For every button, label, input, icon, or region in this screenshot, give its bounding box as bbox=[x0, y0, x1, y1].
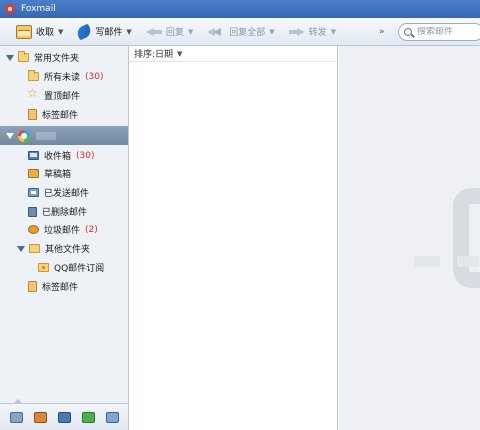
mail-list-pane[interactable]: 排序:日期 ▼ bbox=[129, 46, 338, 430]
common-folders-label: 常用文件夹 bbox=[34, 54, 80, 64]
inbox-tray-icon bbox=[16, 24, 32, 39]
search-icon bbox=[404, 28, 412, 36]
folder-icon bbox=[29, 244, 40, 253]
sidebar-item-label: 其他文件夹 bbox=[45, 245, 91, 255]
sidebar-item-label: 置顶邮件 bbox=[44, 92, 81, 102]
sidebar-item-sent[interactable]: 已发送邮件 bbox=[0, 183, 128, 202]
sidebar-item-label: QQ邮件订阅 bbox=[54, 264, 105, 274]
unread-count-badge: (30) bbox=[76, 150, 95, 161]
foxmail-watermark-logo bbox=[453, 188, 480, 288]
feather-pen-icon bbox=[75, 23, 94, 40]
sidebar-item-inbox[interactable]: 收件箱 (30) bbox=[0, 146, 128, 165]
expand-triangle-icon[interactable] bbox=[17, 245, 25, 252]
sidebar-item-other-folders[interactable]: 其他文件夹 bbox=[0, 239, 128, 258]
receive-label: 收取 bbox=[36, 28, 55, 38]
contacts-icon[interactable] bbox=[33, 411, 47, 423]
common-folders-group[interactable]: 常用文件夹 bbox=[0, 48, 128, 67]
forward-icon bbox=[288, 26, 305, 38]
star-icon bbox=[27, 86, 39, 101]
forward-label: 转发 bbox=[308, 28, 327, 38]
blurred-text bbox=[414, 256, 440, 267]
window-title: Foxmail bbox=[21, 4, 56, 14]
forward-button[interactable]: 转发 ▼ bbox=[285, 21, 340, 43]
chevron-down-icon[interactable]: ▼ bbox=[269, 28, 274, 36]
folder-icon bbox=[28, 70, 39, 81]
title-bar: Foxmail bbox=[0, 0, 480, 18]
write-mail-label: 写邮件 bbox=[95, 28, 123, 38]
sidebar-item-drafts[interactable]: 草稿箱 bbox=[0, 164, 128, 183]
reply-button[interactable]: 回复 ▼ bbox=[142, 21, 197, 43]
sidebar-item-spam[interactable]: 垃圾邮件 (2) bbox=[0, 220, 128, 239]
sidebar-item-label: 已删除邮件 bbox=[42, 208, 88, 218]
sidebar-item-label: 垃圾邮件 bbox=[44, 226, 81, 236]
chevron-down-icon[interactable]: ▼ bbox=[126, 28, 131, 36]
sidebar-item-label: 标签邮件 bbox=[42, 111, 79, 121]
chevron-down-icon[interactable]: ▼ bbox=[177, 50, 182, 58]
search-box[interactable] bbox=[398, 23, 480, 41]
tag-icon bbox=[28, 109, 37, 120]
sidebar-item-deleted[interactable]: 已删除邮件 bbox=[0, 202, 128, 221]
calendar-icon[interactable] bbox=[57, 411, 71, 423]
selection-notch bbox=[13, 399, 23, 404]
write-mail-button[interactable]: 写邮件 ▼ bbox=[73, 21, 135, 43]
sidebar-item-label: 收件箱 bbox=[44, 152, 72, 162]
sidebar-item-label: 已发送邮件 bbox=[44, 189, 90, 199]
reply-all-label: 回复全部 bbox=[229, 28, 266, 38]
sidebar-item-label: 所有未读 bbox=[44, 73, 81, 83]
sidebar-item-label: 标签邮件 bbox=[42, 283, 79, 293]
chevron-down-icon[interactable]: ▼ bbox=[331, 28, 336, 36]
tag-icon bbox=[28, 281, 37, 292]
reply-icon bbox=[145, 26, 162, 38]
notes-icon[interactable] bbox=[81, 411, 95, 423]
more-toolbar-button[interactable]: » bbox=[379, 27, 385, 37]
qq-account-icon bbox=[18, 129, 30, 142]
spam-icon bbox=[28, 225, 39, 234]
sidebar-item-account-tagged[interactable]: 标签邮件 bbox=[0, 277, 128, 296]
preview-pane bbox=[339, 46, 480, 430]
sidebar-item-qq-subscription[interactable]: QQ邮件订阅 bbox=[0, 258, 128, 277]
folder-sidebar: 常用文件夹 所有未读 (30) 置顶邮件 标签邮件 收件箱 (30) 草稿箱 已… bbox=[0, 46, 129, 430]
unread-count-badge: (30) bbox=[85, 71, 104, 82]
account-header[interactable] bbox=[0, 126, 128, 145]
draft-icon bbox=[28, 169, 39, 178]
rss-folder-icon bbox=[38, 263, 49, 272]
sidebar-item-label: 草稿箱 bbox=[44, 170, 72, 180]
sidebar-item-pinned[interactable]: 置顶邮件 bbox=[0, 86, 128, 105]
sort-label: 排序:日期 bbox=[134, 50, 174, 60]
reply-all-icon bbox=[207, 26, 225, 38]
search-input[interactable] bbox=[417, 27, 477, 37]
expand-triangle-icon[interactable] bbox=[6, 132, 14, 139]
expand-triangle-icon[interactable] bbox=[6, 54, 14, 61]
inbox-icon bbox=[28, 151, 39, 160]
blurred-text bbox=[457, 256, 479, 267]
sort-dropdown[interactable]: 排序:日期 ▼ bbox=[129, 46, 337, 62]
mail-icon[interactable] bbox=[9, 411, 23, 423]
trash-icon bbox=[28, 206, 37, 217]
chevron-down-icon[interactable]: ▼ bbox=[58, 28, 63, 36]
reply-label: 回复 bbox=[165, 28, 184, 38]
reply-all-button[interactable]: 回复全部 ▼ bbox=[203, 21, 278, 43]
unread-count-badge: (2) bbox=[85, 224, 98, 235]
sent-icon bbox=[28, 188, 39, 197]
folder-icon bbox=[18, 51, 29, 62]
picture-icon[interactable] bbox=[105, 411, 119, 423]
sidebar-item-tagged[interactable]: 标签邮件 bbox=[0, 105, 128, 124]
receive-button[interactable]: 收取 ▼ bbox=[12, 21, 67, 43]
account-name-redacted bbox=[36, 131, 56, 140]
module-switcher bbox=[0, 399, 128, 430]
chevron-down-icon[interactable]: ▼ bbox=[188, 28, 193, 36]
foxmail-logo-icon bbox=[5, 4, 15, 14]
sidebar-item-all-unread[interactable]: 所有未读 (30) bbox=[0, 67, 128, 86]
